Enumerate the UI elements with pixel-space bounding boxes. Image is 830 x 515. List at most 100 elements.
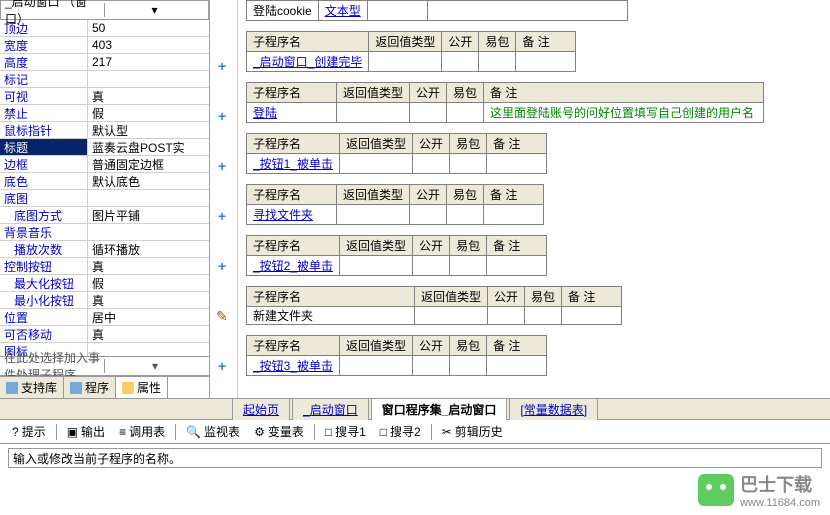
property-value[interactable]: 默认型 (88, 122, 209, 138)
plus-icon[interactable]: + (218, 108, 226, 124)
editor-tab[interactable]: [常量数据表] (509, 398, 598, 420)
var-type[interactable]: 文本型 (318, 1, 367, 21)
property-row[interactable]: 底色默认底色 (0, 173, 209, 190)
editor-tab[interactable]: 窗口程序集_启动窗口 (371, 398, 508, 420)
property-row[interactable]: 高度217 (0, 54, 209, 71)
col-header: 备 注 (562, 287, 622, 307)
property-value[interactable]: 真 (88, 326, 209, 342)
sub-note[interactable] (484, 205, 544, 225)
property-row[interactable]: 最小化按钮真 (0, 292, 209, 309)
col-header: 公开 (413, 336, 450, 356)
plus-icon[interactable]: + (218, 58, 226, 74)
toolbar-item[interactable]: □搜寻2 (374, 421, 427, 442)
sub-name[interactable]: _按钮3_被单击 (247, 356, 340, 376)
property-label: 标题 (0, 139, 88, 155)
property-value[interactable]: 真 (88, 292, 209, 308)
sub-note[interactable] (562, 307, 622, 325)
property-row[interactable]: 底图方式图片平铺 (0, 207, 209, 224)
property-row[interactable]: 顶边50 (0, 20, 209, 37)
tab-label: 程序 (85, 379, 109, 396)
property-label: 最大化按钮 (0, 275, 88, 291)
property-value[interactable] (88, 343, 209, 356)
property-value[interactable]: 蓝奏云盘POST实 (88, 139, 209, 155)
property-row[interactable]: 可视真 (0, 88, 209, 105)
property-value[interactable]: 默认底色 (88, 173, 209, 189)
window-selector[interactable]: _启动窗口 （窗口） ▾ (0, 0, 209, 20)
sub-note[interactable] (487, 356, 547, 376)
property-row[interactable]: 位置居中 (0, 309, 209, 326)
property-label: 禁止 (0, 105, 88, 121)
toolbar-label: 剪辑历史 (455, 423, 503, 440)
property-value[interactable] (88, 190, 209, 206)
sub-note[interactable] (487, 154, 547, 174)
status-hint-input[interactable] (8, 448, 822, 468)
property-value[interactable]: 假 (88, 105, 209, 121)
sub-name-input[interactable] (253, 308, 408, 322)
property-value[interactable]: 循环播放 (88, 241, 209, 257)
property-row[interactable]: 禁止假 (0, 105, 209, 122)
property-label: 高度 (0, 54, 88, 70)
property-value[interactable]: 真 (88, 258, 209, 274)
plus-icon[interactable]: + (218, 158, 226, 174)
sub-note[interactable] (516, 52, 576, 72)
property-row[interactable]: 边框普通固定边框 (0, 156, 209, 173)
property-row[interactable]: 鼠标指针默认型 (0, 122, 209, 139)
pencil-icon[interactable]: ✎ (216, 308, 228, 325)
var-name[interactable]: 登陆cookie (247, 1, 319, 21)
property-row[interactable]: 播放次数循环播放 (0, 241, 209, 258)
left-tab[interactable]: 程序 (64, 377, 116, 398)
plus-icon[interactable]: + (218, 358, 226, 374)
property-row[interactable]: 背景音乐 (0, 224, 209, 241)
sub-note[interactable]: 这里面登陆账号的问好位置填写自己创建的用户名 (484, 103, 764, 123)
col-header: 备 注 (487, 134, 547, 154)
sub-name[interactable]: 登陆 (247, 103, 337, 123)
toolbar-item[interactable]: ⚙变量表 (248, 421, 310, 442)
editor-tab[interactable]: _启动窗口 (292, 398, 369, 420)
plus-icon[interactable]: + (218, 208, 226, 224)
bashi-icon (698, 474, 734, 506)
sub-name[interactable]: 寻找文件夹 (247, 205, 337, 225)
toolbar-item[interactable]: □搜寻1 (319, 421, 372, 442)
property-value[interactable]: 403 (88, 37, 209, 53)
property-value[interactable]: 真 (88, 88, 209, 104)
toolbar-item[interactable]: ✂剪辑历史 (436, 421, 509, 442)
col-header: 返回值类型 (340, 336, 413, 356)
property-value[interactable]: 217 (88, 54, 209, 70)
bashi-logo: 巴士下载 www.11684.com (698, 471, 820, 509)
property-value[interactable]: 假 (88, 275, 209, 291)
property-row[interactable]: 可否移动真 (0, 326, 209, 343)
property-row[interactable]: 宽度403 (0, 37, 209, 54)
toolbar-icon: ▣ (67, 425, 78, 439)
code-editor: +++++✎+ 登陆cookie文本型子程序名返回值类型公开易包备 注_启动窗口… (210, 0, 830, 398)
chevron-down-icon[interactable]: ▾ (104, 3, 204, 17)
property-value[interactable]: 图片平铺 (88, 207, 209, 223)
toolbar-icon: ✂ (442, 425, 452, 439)
subroutine-table: 子程序名返回值类型公开易包备 注_按钮1_被单击 (246, 133, 547, 174)
sub-name[interactable]: _按钮2_被单击 (247, 256, 340, 276)
chevron-down-icon[interactable]: ▾ (104, 359, 205, 373)
sub-name[interactable] (247, 307, 415, 325)
property-row[interactable]: 标记 (0, 71, 209, 88)
property-value[interactable] (88, 71, 209, 87)
sub-name[interactable]: _启动窗口_创建完毕 (247, 52, 369, 72)
toolbar-item[interactable]: ≡调用表 (113, 421, 171, 442)
property-value[interactable] (88, 224, 209, 240)
toolbar-item[interactable]: 🔍监视表 (180, 421, 246, 442)
left-tab[interactable]: 属性 (116, 377, 168, 398)
sub-note[interactable] (487, 256, 547, 276)
property-row[interactable]: 控制按钮真 (0, 258, 209, 275)
property-value[interactable]: 50 (88, 20, 209, 36)
property-row[interactable]: 最大化按钮假 (0, 275, 209, 292)
property-value[interactable]: 普通固定边框 (88, 156, 209, 172)
property-value[interactable]: 居中 (88, 309, 209, 325)
property-row[interactable]: 标题蓝奏云盘POST实 (0, 139, 209, 156)
left-tab[interactable]: 支持库 (0, 377, 64, 398)
plus-icon[interactable]: + (218, 258, 226, 274)
editor-tab[interactable]: 起始页 (232, 398, 290, 420)
property-row[interactable]: 底图 (0, 190, 209, 207)
sub-name[interactable]: _按钮1_被单击 (247, 154, 340, 174)
toolbar-item[interactable]: ▣输出 (61, 421, 111, 442)
toolbar-item[interactable]: ?提示 (6, 421, 52, 442)
event-selector[interactable]: 在此处选择加入事件处理子程序 ▾ (0, 356, 209, 376)
col-header: 公开 (410, 83, 447, 103)
